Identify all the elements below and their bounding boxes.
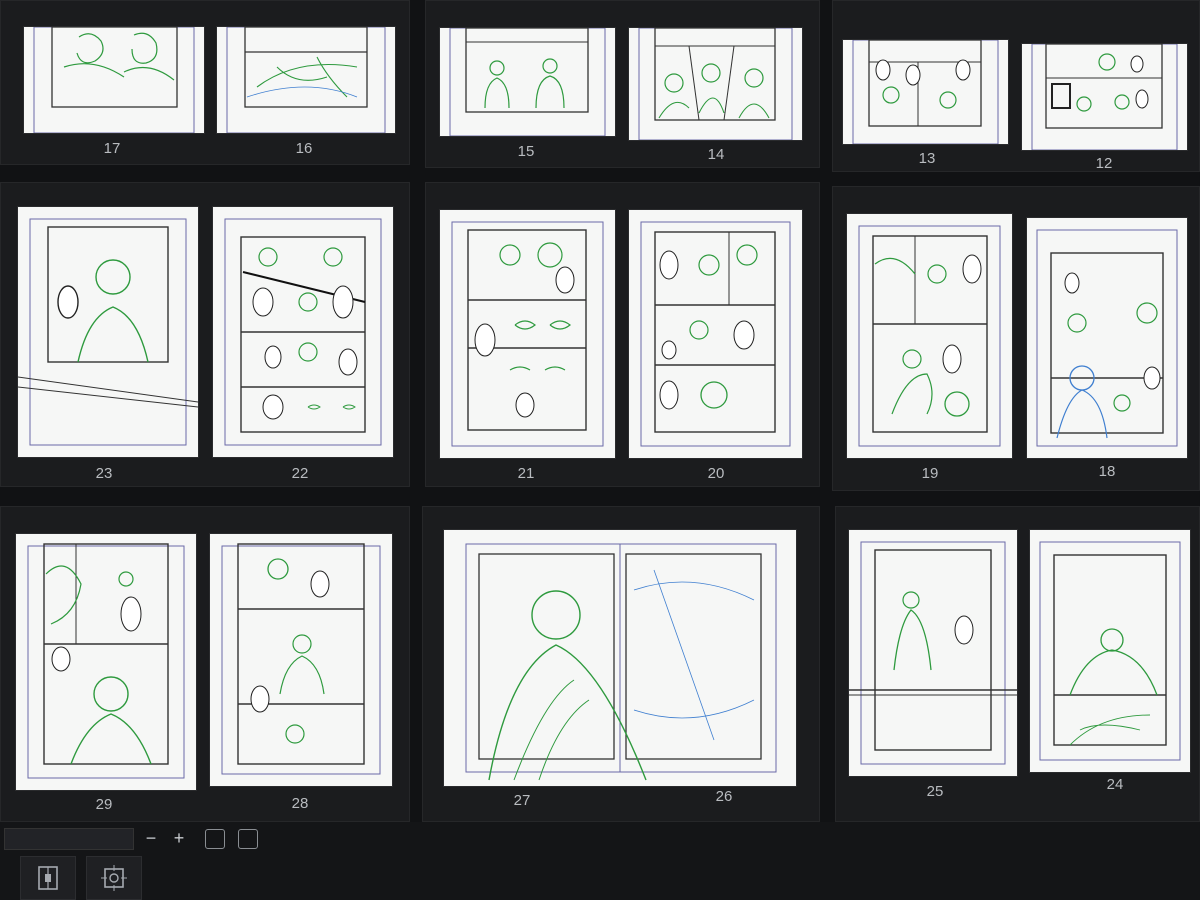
page-thumbnail[interactable] [629,210,802,458]
page-thumbnail[interactable] [629,28,802,140]
page-number: 25 [926,783,944,800]
page-number: 27 [513,792,531,809]
page-thumbnail[interactable] [440,28,615,136]
copy-page-icon[interactable] [205,829,225,849]
page-thumbnail[interactable] [210,534,392,786]
page-number: 26 [715,788,733,805]
page-number: 14 [707,146,725,163]
zoom-out-button[interactable]: − [140,827,162,849]
page-thumbnail[interactable] [444,530,796,786]
page-number: 19 [921,465,939,482]
page-number: 22 [291,465,309,482]
page-number: 24 [1106,776,1124,793]
page-thumbnail[interactable] [440,210,615,458]
zoom-level-field[interactable] [4,828,134,850]
page-thumbnail[interactable] [843,40,1008,144]
page-number: 16 [295,140,313,157]
refresh-page-icon[interactable] [238,829,258,849]
page-number: 28 [291,795,309,812]
page-thumbnail[interactable] [1022,44,1187,150]
page-thumbnail[interactable] [849,530,1017,776]
page-number: 29 [95,796,113,813]
page-thumbnail[interactable] [213,207,393,457]
page-layout-icon [38,866,58,890]
page-number: 15 [517,143,535,160]
page-number: 17 [103,140,121,157]
page-number: 18 [1098,463,1116,480]
target-frame-button[interactable] [86,856,142,900]
page-thumbnail[interactable] [217,27,395,133]
target-frame-icon [101,865,127,891]
page-thumbnail[interactable] [1027,218,1187,458]
page-thumbnail[interactable] [18,207,198,457]
page-layout-button[interactable] [20,856,76,900]
page-number: 13 [918,150,936,167]
zoom-in-button[interactable]: + [168,827,190,849]
page-number: 21 [517,465,535,482]
page-thumbnail[interactable] [1030,530,1190,772]
page-thumbnail[interactable] [24,27,204,133]
page-number: 12 [1095,155,1113,172]
page-number: 23 [95,465,113,482]
page-thumbnail[interactable] [16,534,196,790]
page-thumbnail[interactable] [847,214,1012,458]
page-number: 20 [707,465,725,482]
